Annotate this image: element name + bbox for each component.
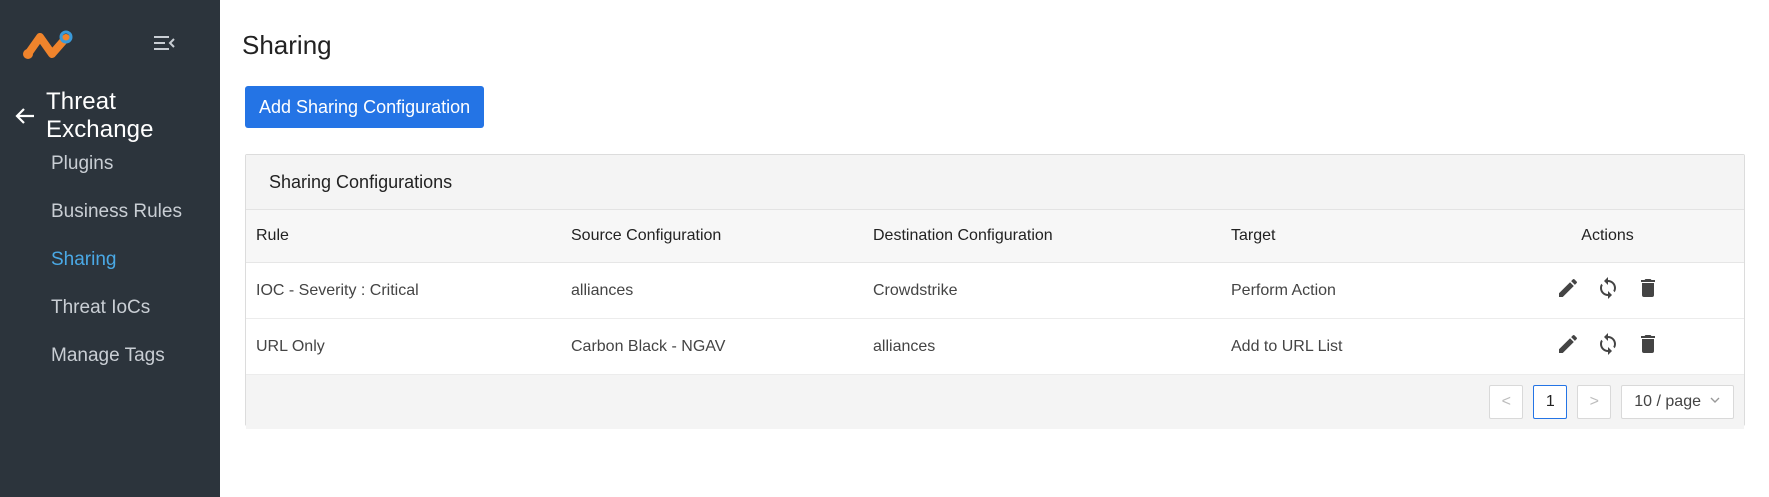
table-row: URL Only Carbon Black - NGAV alliances A… <box>246 318 1744 375</box>
cell-actions <box>1471 318 1744 375</box>
back-to-threat-exchange[interactable]: Threat Exchange <box>14 88 220 144</box>
table-row: IOC - Severity : Critical alliances Crow… <box>246 262 1744 319</box>
column-header-actions: Actions <box>1471 210 1744 263</box>
cell-target: Perform Action <box>1221 262 1471 319</box>
page-number-button[interactable]: 1 <box>1533 385 1568 419</box>
sync-icon[interactable] <box>1596 332 1620 356</box>
logo[interactable] <box>22 28 78 62</box>
arrow-left-icon[interactable] <box>14 105 36 127</box>
table-header-row: Rule Source Configuration Destination Co… <box>246 210 1744 263</box>
chevron-down-icon <box>1709 393 1721 411</box>
page-size-select[interactable]: 10 / page <box>1621 385 1734 419</box>
menu-collapse-icon[interactable] <box>151 30 177 56</box>
sidebar: Threat Exchange Plugins Business Rules S… <box>0 0 220 497</box>
sidebar-item-sharing[interactable]: Sharing <box>51 236 182 284</box>
trash-icon[interactable] <box>1636 276 1660 300</box>
next-page-button[interactable]: > <box>1577 385 1612 419</box>
column-header-rule[interactable]: Rule <box>246 210 561 263</box>
cell-actions <box>1471 262 1744 319</box>
sync-icon[interactable] <box>1596 276 1620 300</box>
sharing-configurations-card: Sharing Configurations Rule Source Confi… <box>245 154 1745 429</box>
sidebar-item-threat-iocs[interactable]: Threat IoCs <box>51 284 182 332</box>
cell-source: Carbon Black - NGAV <box>561 318 863 375</box>
sidebar-nav: Plugins Business Rules Sharing Threat Io… <box>51 140 182 380</box>
page-size-value: 10 / page <box>1634 393 1701 410</box>
add-sharing-configuration-button[interactable]: Add Sharing Configuration <box>245 86 485 128</box>
edit-icon[interactable] <box>1556 332 1580 356</box>
section-title: Threat Exchange <box>46 88 154 143</box>
cell-target: Add to URL List <box>1221 318 1471 375</box>
card-title: Sharing Configurations <box>246 155 1744 210</box>
prev-page-button[interactable]: < <box>1489 385 1524 419</box>
cell-destination: alliances <box>863 318 1221 375</box>
main-content: Sharing Add Sharing Configuration Sharin… <box>220 0 1769 497</box>
sharing-table: Rule Source Configuration Destination Co… <box>246 210 1744 375</box>
column-header-source[interactable]: Source Configuration <box>561 210 863 263</box>
sidebar-item-manage-tags[interactable]: Manage Tags <box>51 332 182 380</box>
page-title: Sharing <box>242 30 332 60</box>
sidebar-item-business-rules[interactable]: Business Rules <box>51 188 182 236</box>
cell-source: alliances <box>561 262 863 319</box>
pagination: < 1 > 10 / page <box>246 375 1744 429</box>
cell-destination: Crowdstrike <box>863 262 1221 319</box>
sidebar-item-plugins[interactable]: Plugins <box>51 140 182 188</box>
column-header-target[interactable]: Target <box>1221 210 1471 263</box>
cell-rule: URL Only <box>246 318 561 375</box>
trash-icon[interactable] <box>1636 332 1660 356</box>
column-header-destination[interactable]: Destination Configuration <box>863 210 1221 263</box>
cell-rule: IOC - Severity : Critical <box>246 262 561 319</box>
edit-icon[interactable] <box>1556 276 1580 300</box>
